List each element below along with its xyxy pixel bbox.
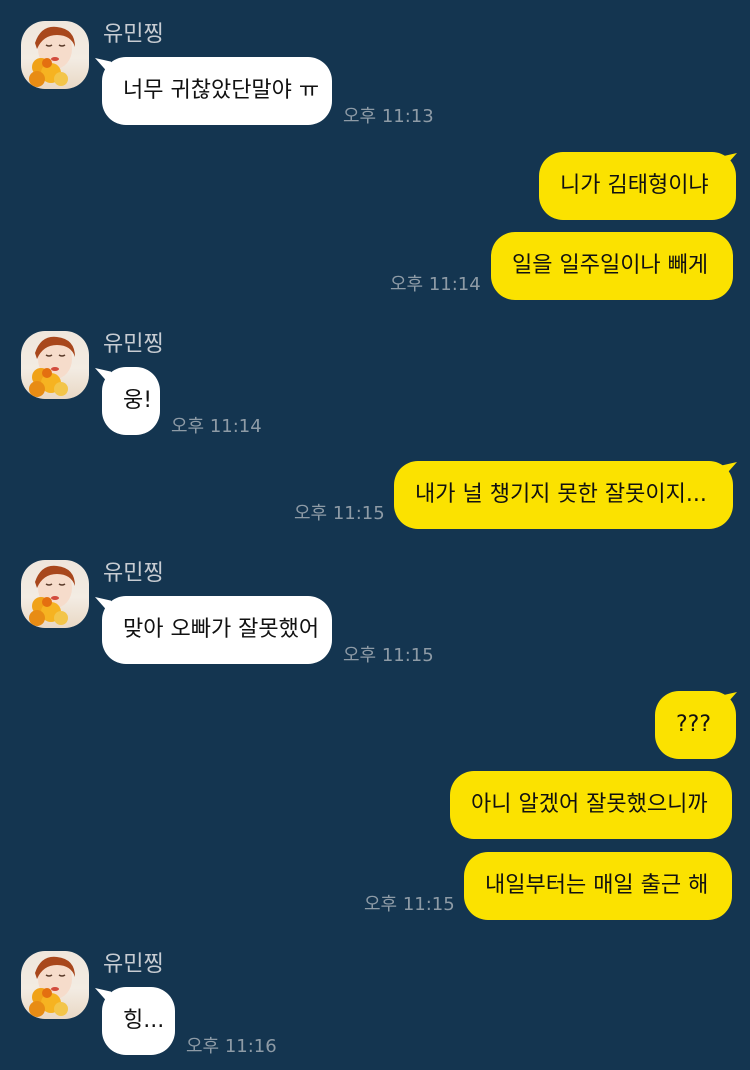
message-bubble[interactable]: ??? [655,691,736,759]
message-bubble[interactable]: 너무 귀찮았단말야 ㅠ [102,57,332,125]
message-time: 오후 11:14 [390,274,481,295]
message-bubble[interactable]: 아니 알겠어 잘못했으니까 [450,771,732,839]
avatar[interactable] [21,21,89,89]
message-bubble[interactable]: 웅! [102,367,160,435]
message-time: 오후 11:16 [186,1036,277,1057]
sender-name: 유민찡 [103,952,164,977]
avatar[interactable] [21,331,89,399]
message-bubble[interactable]: 일을 일주일이나 빼게 [491,232,733,300]
message-time: 오후 11:13 [343,106,434,127]
sender-name: 유민찡 [103,561,164,586]
message-bubble[interactable]: 힝... [102,987,175,1055]
message-time: 오후 11:14 [171,416,262,437]
message-time: 오후 11:15 [364,894,455,915]
message-bubble[interactable]: 내일부터는 매일 출근 해 [464,852,732,920]
message-time: 오후 11:15 [343,645,434,666]
sender-name: 유민찡 [103,332,164,357]
avatar[interactable] [21,560,89,628]
message-time: 오후 11:15 [294,503,385,524]
avatar[interactable] [21,951,89,1019]
message-bubble[interactable]: 내가 널 챙기지 못한 잘못이지... [394,461,733,529]
message-bubble[interactable]: 맞아 오빠가 잘못했어 [102,596,332,664]
sender-name: 유민찡 [103,22,164,47]
message-bubble[interactable]: 니가 김태형이냐 [539,152,736,220]
